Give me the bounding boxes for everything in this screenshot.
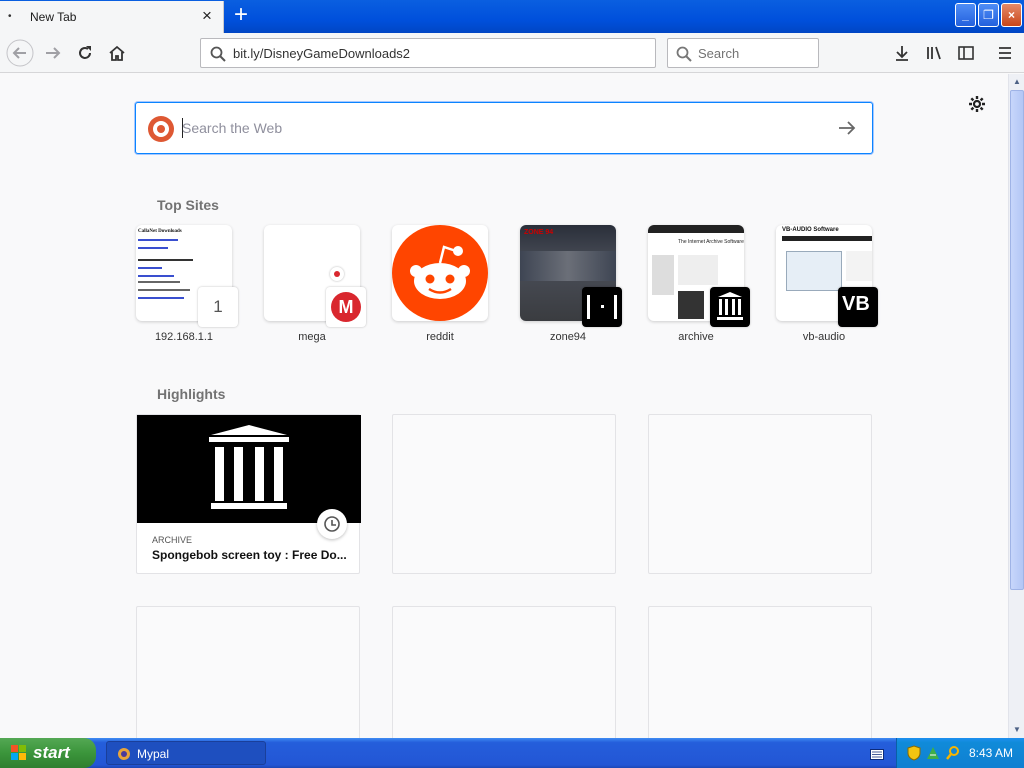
browser-window: • New Tab × + _ ❐ × bit.ly/DisneyGameDow… bbox=[0, 0, 1024, 738]
restore-button[interactable]: ❐ bbox=[978, 3, 999, 27]
thumbnail-text: CallaNet Downloads bbox=[138, 229, 182, 234]
mega-logo-icon: M bbox=[326, 287, 366, 327]
home-icon bbox=[109, 45, 125, 61]
top-site-archive[interactable]: The Internet Archive Software archive bbox=[648, 225, 750, 343]
forward-arrow-icon bbox=[46, 47, 61, 59]
search-icon bbox=[209, 45, 227, 68]
vb-badge-text: VB bbox=[842, 293, 870, 315]
sidebar-button[interactable] bbox=[952, 39, 980, 67]
home-button[interactable] bbox=[103, 39, 131, 67]
mypal-app-icon bbox=[117, 747, 131, 761]
highlight-placeholder bbox=[392, 414, 616, 574]
top-site-192-168-1-1[interactable]: CallaNet Downloads 1 192.168.1.1 bbox=[136, 225, 238, 343]
keyboard-icon[interactable] bbox=[870, 747, 884, 760]
taskbar: start Mypal 8:43 AM bbox=[0, 738, 1024, 768]
top-site-label: reddit bbox=[426, 331, 454, 343]
clock-icon bbox=[317, 509, 347, 539]
taskbar-item-mypal[interactable]: Mypal bbox=[106, 741, 266, 765]
highlight-placeholder bbox=[136, 606, 360, 738]
minimize-button[interactable]: _ bbox=[955, 3, 976, 27]
site-badge: 1 bbox=[198, 287, 238, 327]
library-button[interactable] bbox=[920, 39, 948, 67]
top-site-vb-audio[interactable]: VB-AUDIO Software VB vb-audio bbox=[776, 225, 878, 343]
highlight-placeholder bbox=[648, 606, 872, 738]
highlight-image bbox=[137, 415, 361, 523]
vertical-scrollbar[interactable]: ▲ ▼ bbox=[1008, 74, 1024, 738]
settings-gear-icon[interactable] bbox=[967, 94, 987, 114]
top-site-reddit[interactable]: reddit bbox=[392, 225, 488, 343]
start-button[interactable]: start bbox=[0, 738, 96, 768]
top-sites-heading: Top Sites bbox=[157, 197, 219, 213]
scroll-down-icon[interactable]: ▼ bbox=[1010, 722, 1024, 738]
hamburger-menu-icon bbox=[999, 47, 1011, 59]
highlights-heading: Highlights bbox=[157, 386, 226, 402]
top-site-label: 192.168.1.1 bbox=[154, 331, 214, 343]
reload-icon bbox=[79, 46, 91, 59]
sidebar-icon bbox=[958, 46, 974, 60]
url-text[interactable]: bit.ly/DisneyGameDownloads2 bbox=[233, 46, 410, 61]
web-search-placeholder: Search the Web bbox=[182, 120, 283, 136]
nav-bar: bit.ly/DisneyGameDownloads2 Search bbox=[0, 33, 1024, 73]
highlight-title: Spongebob screen toy : Free Do... bbox=[152, 548, 347, 562]
thumbnail-text: The Internet Archive Software bbox=[678, 239, 744, 245]
taskbar-item-label: Mypal bbox=[137, 747, 170, 761]
tab-title: New Tab bbox=[30, 10, 77, 24]
menu-button[interactable] bbox=[991, 39, 1019, 67]
archive-logo-icon bbox=[710, 287, 750, 327]
archive-building-icon bbox=[209, 425, 289, 509]
duckduckgo-logo-icon bbox=[148, 116, 174, 142]
highlight-placeholder bbox=[648, 414, 872, 574]
web-search-box[interactable]: Search the Web bbox=[135, 102, 873, 154]
tab-strip: • New Tab × + _ ❐ × bbox=[0, 0, 1024, 33]
scroll-up-icon[interactable]: ▲ bbox=[1010, 74, 1024, 90]
new-tab-button[interactable]: + bbox=[229, 3, 253, 28]
highlight-source: ARCHIVE bbox=[152, 535, 193, 545]
scrollbar-thumb[interactable] bbox=[1010, 90, 1024, 590]
network-icon[interactable] bbox=[925, 745, 941, 766]
back-button[interactable] bbox=[6, 39, 34, 67]
tab-close-icon[interactable]: × bbox=[198, 7, 216, 25]
highlight-placeholder bbox=[392, 606, 616, 738]
system-tray: 8:43 AM bbox=[896, 738, 1024, 768]
download-icon bbox=[896, 46, 908, 61]
back-arrow-icon bbox=[6, 39, 34, 67]
highlight-card[interactable]: ARCHIVE Spongebob screen toy : Free Do..… bbox=[136, 414, 361, 574]
top-site-label: archive bbox=[678, 331, 714, 343]
library-icon bbox=[927, 46, 941, 60]
zone94-logo-icon bbox=[582, 287, 622, 327]
tab-dot: • bbox=[8, 11, 12, 22]
search-bar[interactable]: Search bbox=[667, 38, 819, 68]
new-tab-page: Search the Web Top Sites CallaNet Downlo… bbox=[0, 74, 1008, 738]
thumbnail-text: VB-AUDIO Software bbox=[782, 227, 839, 233]
taskbar-clock: 8:43 AM bbox=[969, 746, 1014, 760]
security-shield-icon[interactable] bbox=[907, 745, 921, 766]
close-window-button[interactable]: × bbox=[1001, 3, 1022, 27]
top-site-label: mega bbox=[298, 331, 326, 343]
start-label: start bbox=[33, 743, 70, 762]
thumbnail-text: ZONE 94 bbox=[524, 229, 554, 236]
downloads-button[interactable] bbox=[888, 39, 916, 67]
badge-number: 1 bbox=[213, 297, 223, 316]
tab-new-tab[interactable]: • New Tab × bbox=[0, 1, 224, 33]
search-go-arrow-icon[interactable] bbox=[836, 117, 858, 144]
top-site-mega[interactable]: M mega bbox=[264, 225, 366, 343]
search-icon bbox=[675, 45, 693, 68]
reload-button[interactable] bbox=[71, 39, 99, 67]
search-bar-placeholder: Search bbox=[698, 46, 740, 61]
forward-button[interactable] bbox=[39, 39, 67, 67]
reddit-logo-icon bbox=[392, 225, 488, 321]
search-tray-icon[interactable] bbox=[945, 745, 961, 766]
windows-logo-icon bbox=[10, 744, 28, 767]
vb-audio-logo-icon: VB bbox=[838, 287, 878, 327]
top-site-label: zone94 bbox=[549, 331, 587, 343]
url-bar[interactable]: bit.ly/DisneyGameDownloads2 bbox=[200, 38, 656, 68]
top-site-zone94[interactable]: ZONE 94 zone94 bbox=[520, 225, 622, 343]
top-site-label: vb-audio bbox=[802, 331, 846, 343]
